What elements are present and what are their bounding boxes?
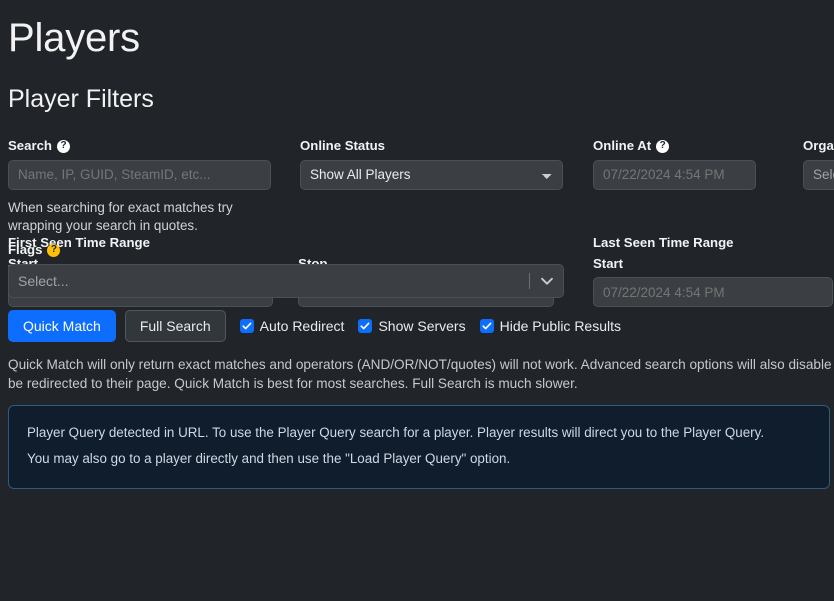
online-at-label: Online At ? [593,138,756,155]
player-query-alert-line-2: You may also go to a player directly and… [27,446,811,472]
show-servers-checkbox[interactable] [358,319,372,333]
organization-label-text: Organiz [803,138,834,155]
flags-label: Flags ? [8,242,826,259]
organization-placeholder: Selec [813,167,834,182]
section-title-player-filters: Player Filters [8,58,826,112]
flags-placeholder: Select... [9,265,529,297]
flags-help-question-circle-icon[interactable]: ? [47,244,60,257]
auto-redirect-checkbox[interactable] [240,319,254,333]
auto-redirect-checkbox-group[interactable]: Auto Redirect [240,318,345,334]
player-query-alert: Player Query detected in URL. To use the… [8,405,830,489]
online-at-group: Online At ? [593,138,756,190]
online-status-label-text: Online Status [300,138,385,155]
online-at-label-text: Online At [593,138,651,155]
flags-group: Flags ? Select... [8,242,826,298]
online-status-select[interactable]: Show All Players [300,160,563,190]
search-helper-text: When searching for exact matches try wra… [8,199,271,236]
hide-public-results-label[interactable]: Hide Public Results [500,318,621,334]
full-search-button[interactable]: Full Search [125,310,226,342]
online-status-label: Online Status [300,138,563,155]
hide-public-results-checkbox[interactable] [480,319,494,333]
search-label-text: Search [8,138,52,155]
flags-label-text: Flags [8,242,42,259]
organization-select[interactable]: Selec [803,160,834,190]
search-actions-row: Quick Match Full Search Auto Redirect Sh… [8,310,826,342]
flags-multiselect[interactable]: Select... [8,264,564,298]
quick-match-button[interactable]: Quick Match [8,310,116,342]
search-label: Search ? [8,138,271,155]
organization-group: Organiz Selec [803,138,834,190]
players-page: Players Player Filters Search ? When sea… [0,0,834,601]
page-title: Players [8,0,826,58]
online-status-group: Online Status Show All Players [300,138,563,190]
quick-match-note: Quick Match will only return exact match… [8,355,834,394]
search-help-question-circle-icon[interactable]: ? [57,140,70,153]
show-servers-label[interactable]: Show Servers [378,318,465,334]
online-at-help-question-circle-icon[interactable]: ? [656,140,669,153]
search-field-group: Search ? When searching for exact matche… [8,138,271,236]
organization-label: Organiz [803,138,834,155]
show-servers-checkbox-group[interactable]: Show Servers [358,318,465,334]
online-at-input[interactable] [593,160,756,190]
search-input[interactable] [8,160,271,190]
player-query-alert-line-1: Player Query detected in URL. To use the… [27,420,811,446]
auto-redirect-label[interactable]: Auto Redirect [260,318,345,334]
flags-chevron-down-icon[interactable] [530,265,563,297]
hide-public-results-checkbox-group[interactable]: Hide Public Results [480,318,621,334]
